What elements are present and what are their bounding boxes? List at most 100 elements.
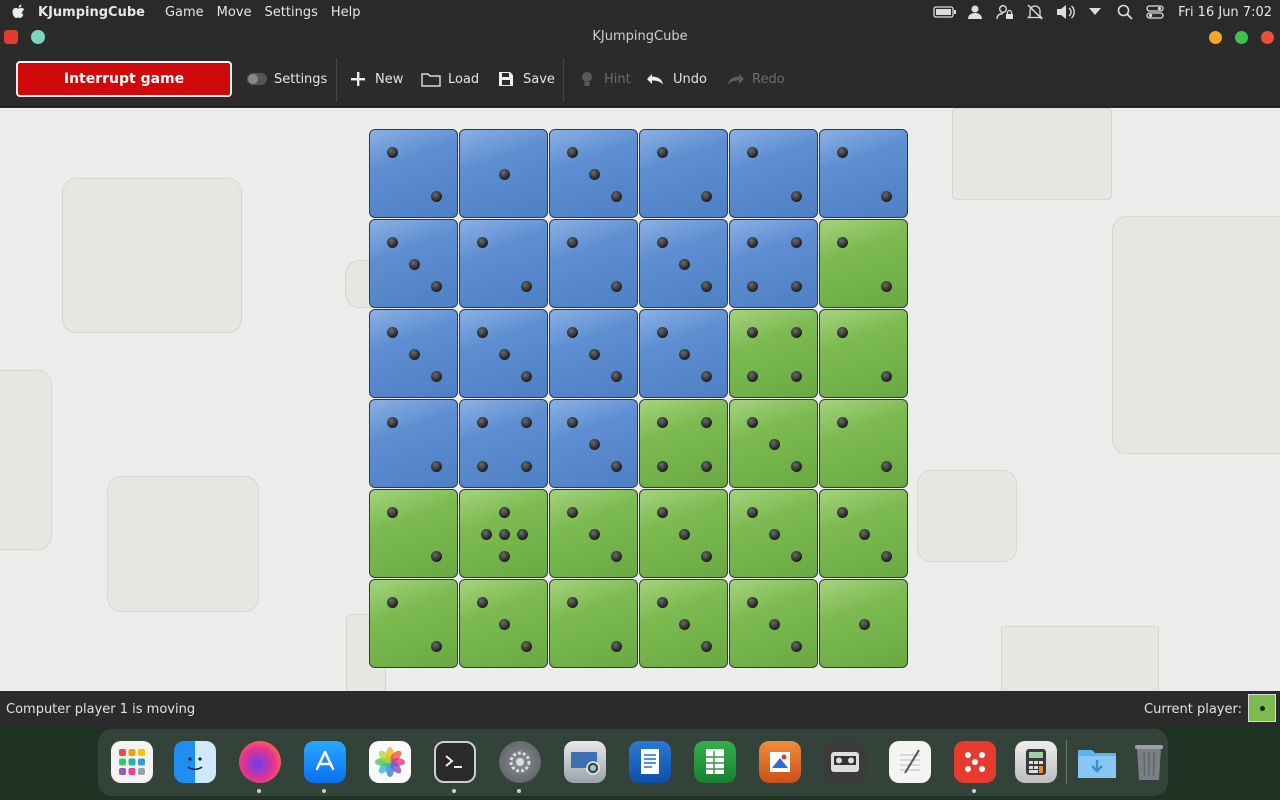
settings-label: Settings [274,71,328,87]
cube-cell[interactable] [729,489,818,578]
terminal-icon[interactable] [434,741,476,783]
volume-icon[interactable] [1050,0,1080,24]
cube-cell[interactable] [459,219,548,308]
cube-cell[interactable] [549,399,638,488]
cube-cell[interactable] [729,309,818,398]
text-document-icon[interactable] [629,741,671,783]
cube-pip [881,551,893,563]
undo-label: Undo [673,71,707,87]
menubar-app-name[interactable]: KJumpingCube [38,5,145,20]
cube-cell[interactable] [819,489,908,578]
cube-cell[interactable] [549,309,638,398]
save-button[interactable]: Save [495,65,555,93]
cube-cell[interactable] [729,129,818,218]
photos-icon[interactable] [369,741,411,783]
cube-cell[interactable] [459,579,548,668]
search-icon[interactable] [1110,0,1140,24]
drawing-icon[interactable] [759,741,801,783]
menu-settings[interactable]: Settings [265,5,318,20]
hint-button[interactable]: Hint [576,65,631,93]
firefox-icon[interactable] [239,741,281,783]
battery-icon[interactable] [930,0,960,24]
cube-cell[interactable] [549,129,638,218]
top-menubar: KJumpingCube Game Move Settings Help Fri… [0,0,1280,24]
cube-pip [566,596,578,608]
control-center-icon[interactable] [1140,0,1170,24]
redo-button[interactable]: Redo [724,65,785,93]
calculator-icon[interactable] [1015,741,1057,783]
cube-cell[interactable] [819,309,908,398]
cube-pip [521,371,533,383]
cube-cell[interactable] [369,219,458,308]
apple-menu-icon[interactable] [0,0,38,24]
cube-cell[interactable] [369,579,458,668]
close-button[interactable] [1261,31,1274,44]
cube-pip [791,461,803,473]
cube-pip [499,619,510,630]
cube-pip [746,371,758,383]
user-lock-icon[interactable] [990,0,1020,24]
cube-cell[interactable] [819,129,908,218]
menubar-clock[interactable]: Fri 16 Jun 7:02 [1178,5,1272,20]
cube-cell[interactable] [459,489,548,578]
menu-help[interactable]: Help [331,5,361,20]
cube-pip [521,461,533,473]
cube-cell[interactable] [639,309,728,398]
cube-pip [701,281,713,293]
cube-cell[interactable] [639,399,728,488]
dropdown-icon[interactable] [1080,0,1110,24]
background-decoration [952,108,1112,200]
menu-game[interactable]: Game [165,5,204,20]
cube-cell[interactable] [819,579,908,668]
interrupt-game-button[interactable]: Interrupt game [16,61,232,97]
system-settings-icon[interactable] [499,741,541,783]
notes-icon[interactable] [889,741,931,783]
media-player-icon[interactable] [824,741,866,783]
menu-move[interactable]: Move [217,5,252,20]
cube-cell[interactable] [549,219,638,308]
downloads-folder-icon[interactable] [1076,741,1118,783]
cube-cell[interactable] [459,309,548,398]
cube-pip [746,596,758,608]
notifications-muted-icon[interactable] [1020,0,1050,24]
cube-pip [746,281,758,293]
cube-cell[interactable] [819,219,908,308]
minimize-button[interactable] [1209,31,1222,44]
settings-button[interactable]: Settings [246,65,327,93]
trash-icon[interactable] [1128,741,1170,783]
kjumpingcube-icon[interactable] [954,741,996,783]
finder-icon[interactable] [174,741,216,783]
cube-cell[interactable] [459,399,548,488]
cube-cell[interactable] [549,579,638,668]
load-button[interactable]: Load [420,65,479,93]
maximize-button[interactable] [1235,31,1248,44]
cube-cell[interactable] [819,399,908,488]
spreadsheet-icon[interactable] [694,741,736,783]
cube-pip [431,641,443,653]
cube-cell[interactable] [639,579,728,668]
cube-pip [656,461,668,473]
cube-pip [476,326,488,338]
cube-cell[interactable] [369,309,458,398]
redo-label: Redo [752,71,785,87]
cube-cell[interactable] [459,129,548,218]
launchpad-icon[interactable] [111,741,153,783]
cube-cell[interactable] [729,579,818,668]
app-store-icon[interactable] [304,741,346,783]
new-game-button[interactable]: New [347,65,403,93]
cube-pip [746,326,758,338]
undo-button[interactable]: Undo [645,65,707,93]
screenshot-icon[interactable] [564,741,606,783]
user-icon[interactable] [960,0,990,24]
cube-cell[interactable] [369,129,458,218]
cube-cell[interactable] [639,129,728,218]
cube-cell[interactable] [369,489,458,578]
cube-cell[interactable] [369,399,458,488]
cube-cell[interactable] [639,219,728,308]
window-titlebar: KJumpingCube [0,24,1280,50]
cube-cell[interactable] [729,219,818,308]
cube-cell[interactable] [549,489,638,578]
cube-cell[interactable] [639,489,728,578]
cube-pip [746,416,758,428]
cube-cell[interactable] [729,399,818,488]
